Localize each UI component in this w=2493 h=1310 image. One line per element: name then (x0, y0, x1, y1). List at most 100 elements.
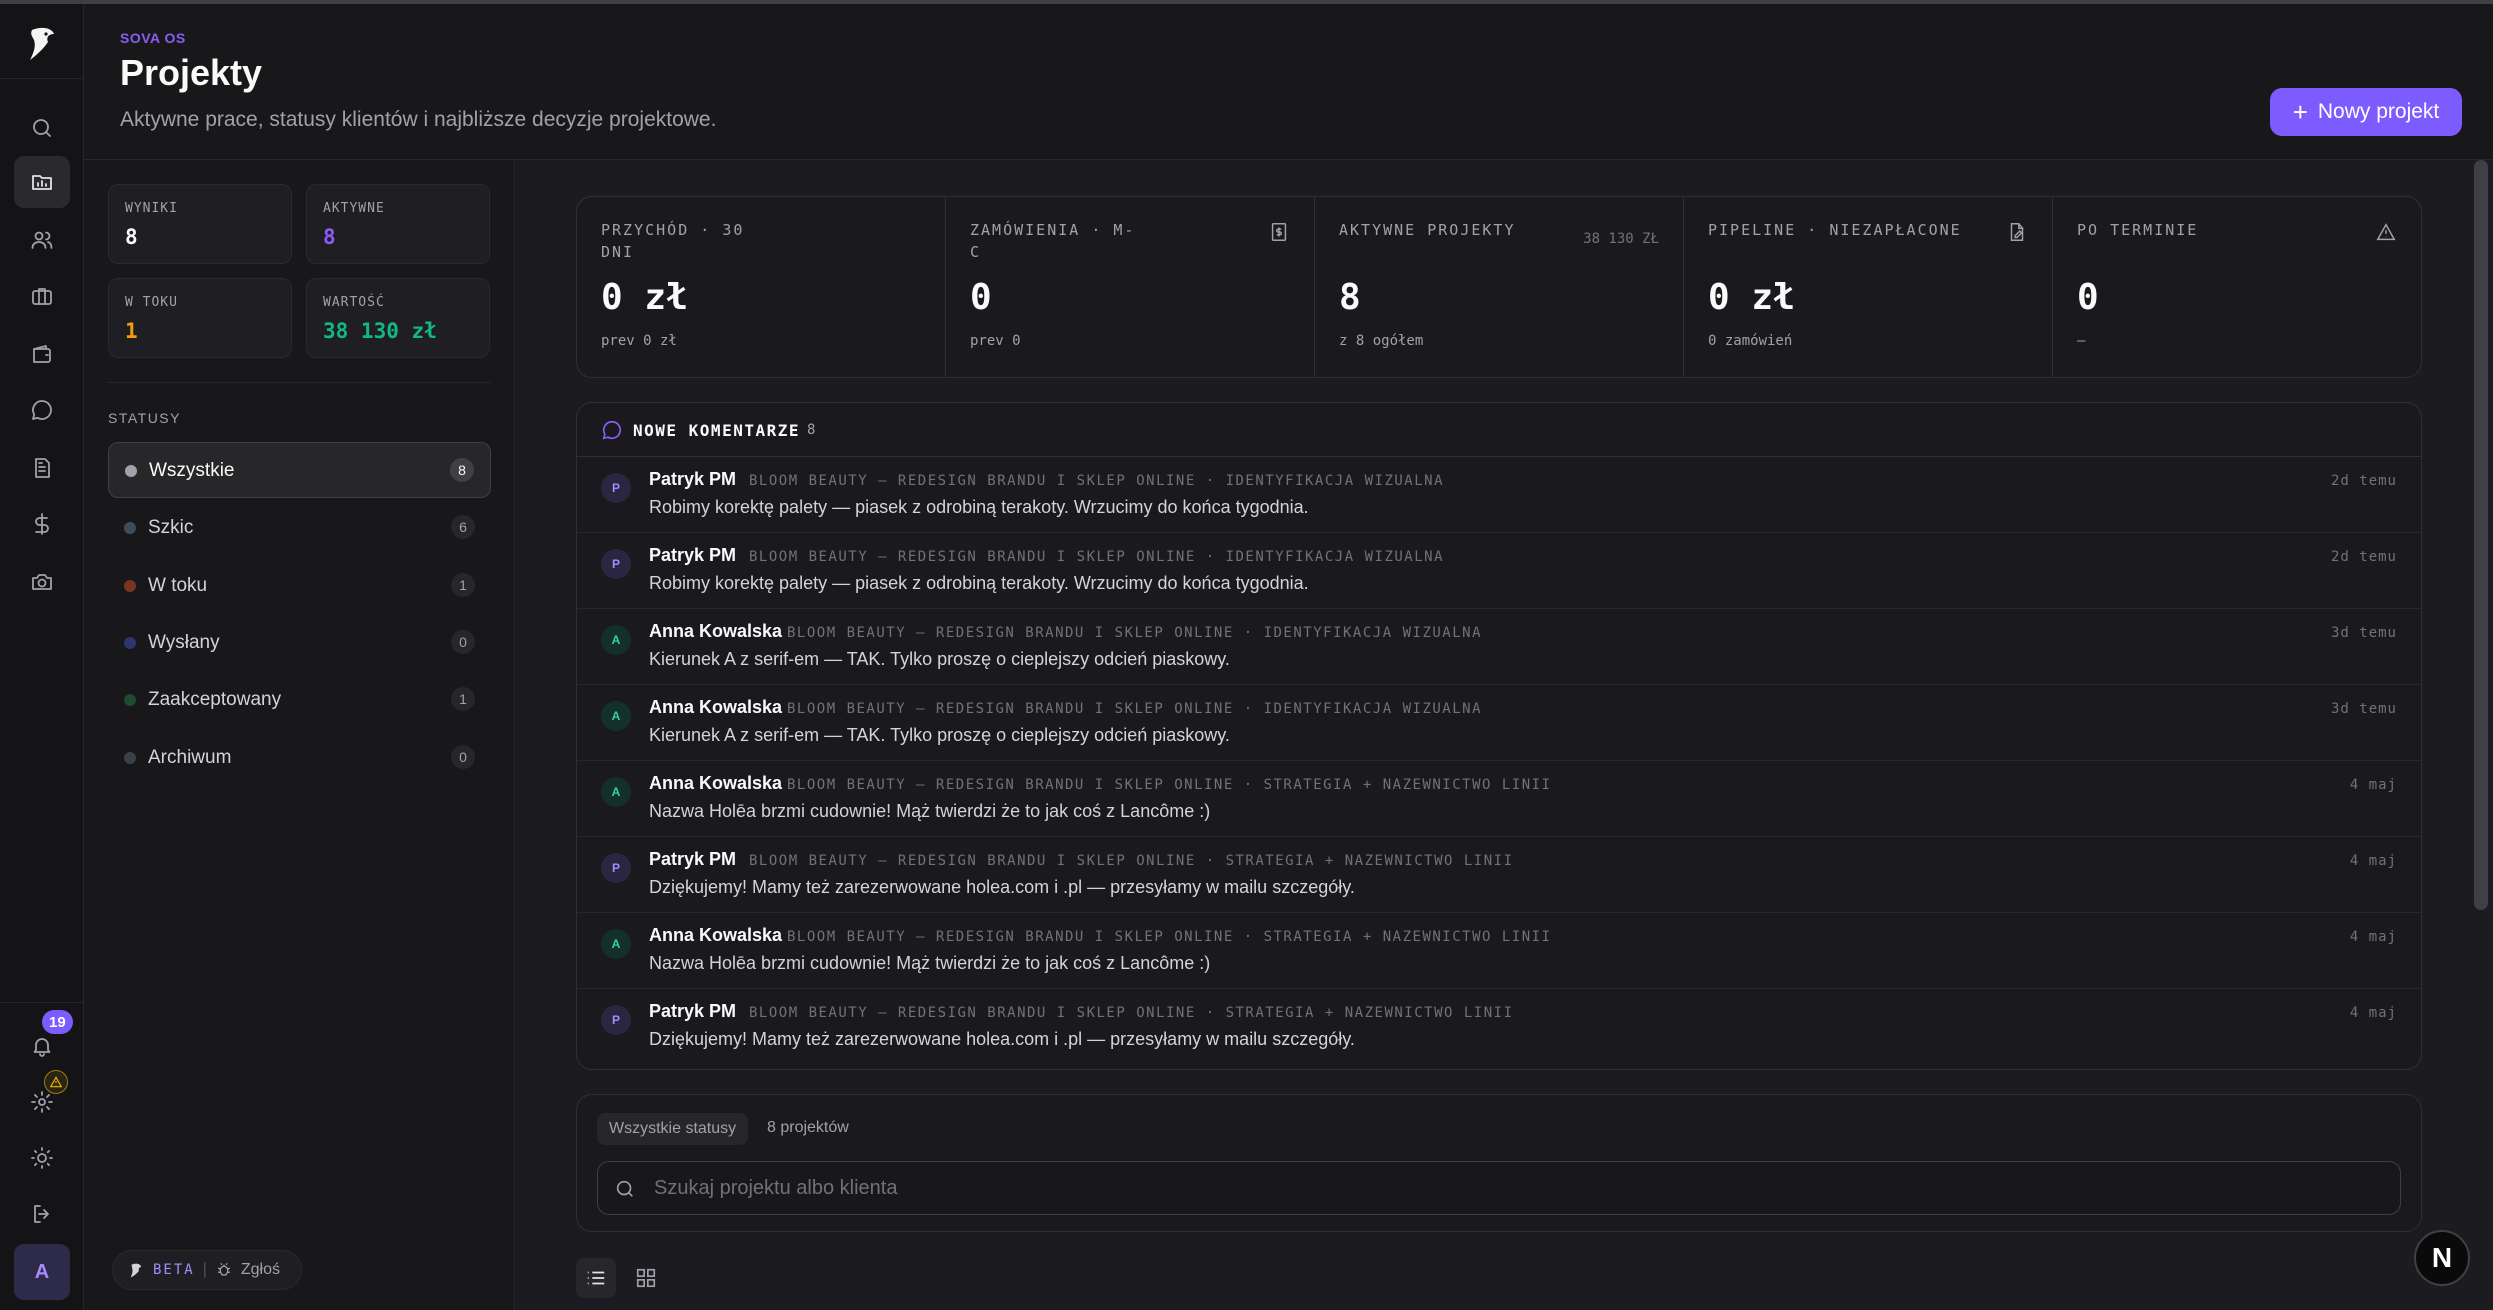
comment-context: BLOOM BEAUTY — REDESIGN BRANDU I SKLEP O… (749, 473, 1445, 489)
status-dot (125, 465, 137, 477)
stat-value: 38 130 zł (323, 319, 437, 343)
comment-row[interactable]: P Patryk PM BLOOM BEAUTY — REDESIGN BRANDU… (577, 533, 2421, 609)
logout-icon[interactable] (14, 1188, 70, 1240)
comment-avatar: P (601, 853, 631, 883)
comment-context: BLOOM BEAUTY — REDESIGN BRANDU I SKLEP O… (787, 625, 1483, 641)
comment-time: 4 maj (2349, 853, 2397, 869)
status-filter-in-progress[interactable]: W toku 1 (108, 558, 491, 614)
new-project-button[interactable]: + Nowy projekt (2270, 88, 2462, 136)
kpi-aside-value: 38 130 ZŁ (1583, 231, 1659, 247)
search-icon[interactable] (14, 102, 70, 154)
stat-card-active: AKTYWNE 8 (306, 184, 490, 264)
status-name: Wszystkie (149, 460, 235, 481)
rail-divider-bottom (0, 1002, 84, 1003)
pill-separator: | (202, 1261, 207, 1278)
comment-avatar: A (601, 777, 631, 807)
grid-view-button[interactable] (626, 1258, 666, 1298)
comment-context: BLOOM BEAUTY — REDESIGN BRANDU I SKLEP O… (749, 1005, 1514, 1021)
plus-icon: + (2292, 97, 2308, 127)
view-toggle (576, 1258, 666, 1298)
comment-message: Robimy korektę palety — piasek z odrobin… (649, 573, 1309, 593)
kpi-sub: — (2077, 333, 2086, 349)
status-dot (124, 522, 136, 534)
status-name: Wysłany (148, 632, 220, 653)
comment-avatar: P (601, 549, 631, 579)
main-content: PRZYCHÓD · 30 DNI 0 zł prev 0 zł ZAMÓWIE… (516, 160, 2493, 1310)
kpi-pipeline: PIPELINE · NIEZAPŁACONE 0 zł 0 zamówień (1684, 197, 2053, 377)
status-dot (124, 694, 136, 706)
kpi-sub: 0 zamówień (1708, 333, 1793, 349)
search-input[interactable] (652, 1162, 2382, 1214)
comment-context: BLOOM BEAUTY — REDESIGN BRANDU I SKLEP O… (749, 853, 1514, 869)
comment-message: Dziękujemy! Mamy też zarezerwowane holea… (649, 877, 1355, 897)
comments-title: NOWE KOMENTARZE (633, 421, 800, 440)
comment-icon (602, 420, 622, 440)
comment-context: BLOOM BEAUTY — REDESIGN BRANDU I SKLEP O… (787, 777, 1552, 793)
kpi-value: 0 zł (601, 277, 688, 318)
comment-time: 2d temu (2330, 473, 2397, 489)
status-filter-archive[interactable]: Archiwum 0 (108, 730, 491, 786)
kpi-revenue: PRZYCHÓD · 30 DNI 0 zł prev 0 zł (577, 197, 946, 377)
comment-avatar: A (601, 929, 631, 959)
status-filter-sent[interactable]: Wysłany 0 (108, 615, 491, 671)
sidebar-divider (108, 382, 491, 383)
comment-row[interactable]: A Anna Kowalska BLOOM BEAUTY — REDESIGN BR… (577, 761, 2421, 837)
comment-time: 4 maj (2349, 1005, 2397, 1021)
sun-icon[interactable] (14, 1132, 70, 1184)
kpi-orders: ZAMÓWIENIA · M-C 0 prev 0 (946, 197, 1315, 377)
wallet-icon[interactable] (14, 328, 70, 380)
comment-row[interactable]: P Patryk PM BLOOM BEAUTY — REDESIGN BRANDU… (577, 457, 2421, 533)
user-avatar[interactable]: A (14, 1244, 70, 1300)
briefcase-icon[interactable] (14, 270, 70, 322)
stat-label: WYNIKI (125, 201, 178, 216)
comment-time: 3d temu (2330, 625, 2397, 641)
page-subtitle: Aktywne prace, statusy klientów i najbli… (120, 108, 717, 131)
status-filter-all[interactable]: Wszystkie 8 (108, 442, 491, 498)
bug-icon (217, 1262, 230, 1276)
status-dot (124, 637, 136, 649)
comment-context: BLOOM BEAUTY — REDESIGN BRANDU I SKLEP O… (749, 549, 1445, 565)
status-name: Zaakceptowany (148, 689, 282, 710)
status-count: 8 (450, 458, 474, 482)
stat-card-value: WARTOŚĆ 38 130 zł (306, 278, 490, 358)
sova-logo-icon[interactable] (24, 24, 60, 64)
assistant-bubble[interactable]: N (2414, 1230, 2470, 1286)
status-filter-chip[interactable]: Wszystkie statusy (597, 1113, 749, 1145)
comment-author: Patryk PM (649, 1001, 737, 1021)
chat-icon[interactable] (14, 384, 70, 436)
icon-rail: 19 A (0, 4, 84, 1310)
camera-icon[interactable] (14, 556, 70, 608)
status-filter-draft[interactable]: Szkic 6 (108, 500, 491, 556)
comment-time: 2d temu (2330, 549, 2397, 565)
comment-row[interactable]: P Patryk PM BLOOM BEAUTY — REDESIGN BRANDU… (577, 837, 2421, 913)
kpi-overdue: PO TERMINIE 0 — (2053, 197, 2421, 377)
comment-row[interactable]: A Anna Kowalska BLOOM BEAUTY — REDESIGN BR… (577, 609, 2421, 685)
comment-author: Patryk PM (649, 545, 737, 565)
status-name: Archiwum (148, 747, 232, 768)
kpi-sub: prev 0 zł (601, 333, 677, 349)
users-icon[interactable] (14, 214, 70, 266)
projects-count: 8 projektów (767, 1119, 849, 1136)
comment-time: 3d temu (2330, 701, 2397, 717)
search-icon (616, 1180, 633, 1197)
projects-icon[interactable] (14, 156, 70, 208)
stat-card-results: WYNIKI 8 (108, 184, 292, 264)
comment-author: Anna Kowalska (649, 925, 783, 945)
comment-message: Nazwa Holēa brzmi cudownie! Mąż twierdzi… (649, 801, 1211, 821)
comment-row[interactable]: A Anna Kowalska BLOOM BEAUTY — REDESIGN BR… (577, 685, 2421, 761)
comment-row[interactable]: A Anna Kowalska BLOOM BEAUTY — REDESIGN BR… (577, 913, 2421, 989)
page-scrollbar[interactable] (2474, 160, 2488, 910)
status-filter-accepted[interactable]: Zaakceptowany 1 (108, 672, 491, 728)
stat-value: 8 (323, 225, 336, 249)
sova-small-icon (130, 1263, 142, 1278)
list-icon (587, 1271, 605, 1285)
beta-report-pill[interactable]: BETA | Zgłoś (112, 1250, 302, 1290)
list-view-button[interactable] (576, 1258, 616, 1298)
comment-author: Patryk PM (649, 849, 737, 869)
document-icon[interactable] (14, 442, 70, 494)
project-search[interactable] (597, 1161, 2401, 1215)
comment-row[interactable]: P Patryk PM BLOOM BEAUTY — REDESIGN BRANDU… (577, 989, 2421, 1065)
comment-time: 4 maj (2349, 929, 2397, 945)
dollar-icon[interactable] (14, 498, 70, 550)
comment-author: Anna Kowalska (649, 773, 783, 793)
